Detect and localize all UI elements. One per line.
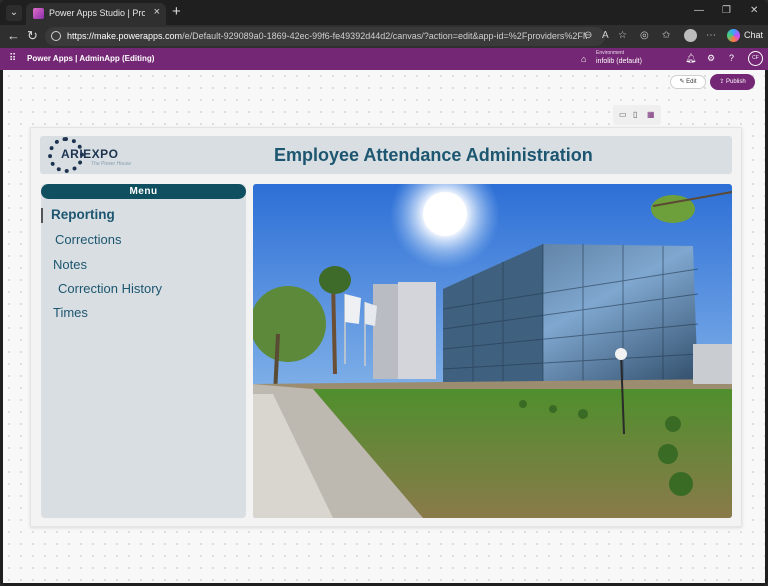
- building-photo: [253, 184, 732, 518]
- powerapps-favicon-icon: [33, 8, 44, 19]
- publish-button[interactable]: ⇪ Publish: [710, 74, 755, 90]
- app-launcher-icon[interactable]: ⠿: [9, 53, 16, 64]
- menu-item-reporting[interactable]: Reporting: [51, 207, 115, 222]
- menu-panel: Menu Reporting Corrections Notes Correct…: [41, 184, 246, 518]
- address-bar[interactable]: https://make.powerapps.com/e/Default-929…: [45, 27, 605, 46]
- device-preview-bar: ▭ ▯ ▦: [613, 105, 661, 125]
- browser-tab[interactable]: Power Apps Studio | Protocol (Ed ×: [26, 3, 166, 25]
- site-info-icon[interactable]: [51, 31, 61, 41]
- refresh-icon[interactable]: ↻: [27, 28, 38, 44]
- menu-item-correction-history[interactable]: Correction History: [58, 281, 162, 296]
- menu-item-corrections[interactable]: Corrections: [55, 232, 121, 247]
- favorite-star-icon[interactable]: ☆: [618, 30, 627, 41]
- edit-button[interactable]: ✎ Edit: [670, 75, 706, 89]
- read-aloud-icon[interactable]: A: [602, 30, 609, 41]
- url-text: https://make.powerapps.com/e/Default-929…: [67, 31, 587, 41]
- calendar-preview-icon[interactable]: ▦: [647, 110, 655, 119]
- logo-tagline: The Power House: [91, 161, 132, 167]
- zoom-icon[interactable]: ⊖: [584, 30, 592, 41]
- maximize-icon[interactable]: ❐: [722, 5, 731, 16]
- notifications-icon[interactable]: 🔔︎: [685, 53, 696, 64]
- tab-close-icon[interactable]: ×: [154, 6, 160, 18]
- environment-name[interactable]: infolib (default): [596, 58, 642, 65]
- publish-button-label: Publish: [726, 79, 746, 85]
- chat-button[interactable]: Chat: [744, 30, 763, 40]
- page-title: Employee Attendance Administration: [274, 145, 593, 165]
- tab-strip: ⌄ Power Apps Studio | Protocol (Ed × + —…: [0, 0, 768, 25]
- close-window-icon[interactable]: ✕: [750, 5, 758, 16]
- tab-title: Power Apps Studio | Protocol (Ed: [49, 8, 145, 18]
- back-icon[interactable]: ←: [7, 28, 20, 43]
- user-avatar[interactable]: CF: [748, 51, 763, 66]
- browser-toolbar: ← ↻ https://make.powerapps.com/e/Default…: [0, 25, 768, 48]
- environment-label: Environment: [596, 50, 625, 56]
- powerapps-header: ⠿ Power Apps | AdminApp (Editing) ⌂ Envi…: [0, 48, 768, 70]
- new-tab-icon[interactable]: +: [172, 3, 181, 20]
- menu-item-times[interactable]: Times: [53, 305, 88, 320]
- copilot-icon[interactable]: [727, 29, 740, 42]
- app-header: ARIEXPO The Power House Employee Attenda…: [40, 136, 732, 174]
- active-menu-marker: [41, 208, 43, 223]
- minimize-icon[interactable]: —: [694, 5, 704, 16]
- desktop-preview-icon[interactable]: ▭: [619, 110, 627, 119]
- tab-actions-icon[interactable]: ⌄: [6, 5, 22, 21]
- help-icon[interactable]: ?: [729, 53, 734, 63]
- more-options-icon[interactable]: ⋯: [706, 30, 716, 41]
- menu-item-notes[interactable]: Notes: [53, 257, 87, 272]
- settings-gear-icon[interactable]: ⚙: [707, 53, 715, 64]
- mobile-preview-icon[interactable]: ▯: [633, 110, 637, 119]
- environment-icon: ⌂: [581, 54, 587, 64]
- menu-header: Menu: [41, 184, 246, 199]
- favorites-icon[interactable]: ✩: [662, 30, 670, 41]
- extensions-icon[interactable]: ◎: [640, 30, 649, 41]
- app-screen: ARIEXPO The Power House Employee Attenda…: [30, 127, 742, 527]
- studio-canvas-area: ✎ Edit ⇪ Publish ▭ ▯ ▦ ARIEXPO The Power…: [3, 70, 765, 583]
- logo-text: ARIEXPO: [61, 147, 119, 161]
- powerapps-app-title: Power Apps | AdminApp (Editing): [27, 54, 155, 63]
- profile-avatar-icon[interactable]: [684, 29, 697, 42]
- edit-button-label: Edit: [686, 79, 697, 85]
- browser-window: ⌄ Power Apps Studio | Protocol (Ed × + —…: [0, 0, 768, 586]
